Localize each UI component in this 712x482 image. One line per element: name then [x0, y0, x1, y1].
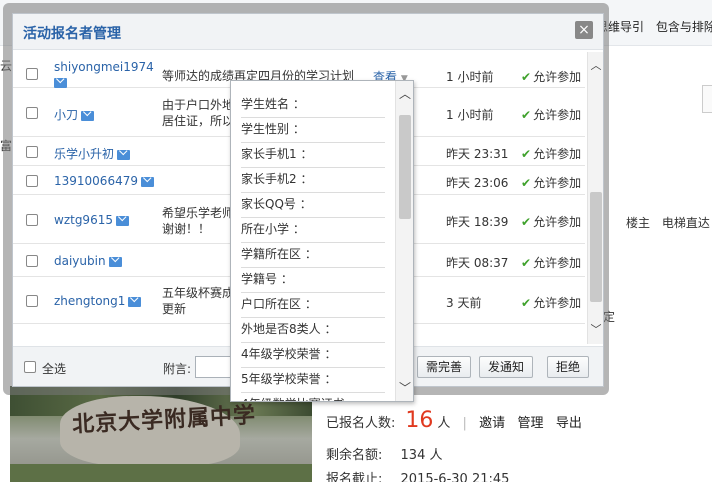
detail-grade4-honors: 4年级学校荣誉 ： [241, 343, 385, 368]
remaining-label: 剩余名额: [326, 448, 383, 463]
detail-nonlocal-category: 外地是否8类人 ： [241, 318, 385, 343]
dialog-title: 活动报名者管理 [23, 26, 121, 42]
row-checkbox[interactable] [26, 175, 38, 187]
mail-icon[interactable] [54, 78, 67, 88]
check-icon: ✔ [521, 70, 532, 84]
user-name-link[interactable]: shiyongmei1974 [54, 60, 154, 74]
row-time: 3 天前 [446, 296, 482, 310]
chevron-down-icon[interactable]: ﹀ [396, 379, 413, 397]
row-time: 昨天 08:37 [446, 256, 509, 270]
registered-count: 16 [405, 408, 434, 433]
detail-enrollment-district: 学籍所在区 ： [241, 243, 385, 268]
row-time: 昨天 18:39 [446, 215, 509, 229]
detail-student-id: 学籍号 ： [241, 268, 385, 293]
dialog-header: 活动报名者管理 × [13, 14, 603, 50]
check-icon: ✔ [521, 256, 532, 270]
user-name-link[interactable]: 乐学小升初 [54, 147, 114, 161]
row-checkbox[interactable] [26, 295, 38, 307]
list-scrollbar[interactable]: ︿ ﹀ [587, 52, 603, 344]
chevron-up-icon[interactable]: ︿ [396, 85, 413, 103]
detail-hukou-district: 户口所在区 ： [241, 293, 385, 318]
remaining-row: 剩余名额: 134 人 [326, 444, 442, 463]
popup-scrollbar[interactable]: ︿ ﹀ [395, 81, 413, 401]
check-icon: ✔ [521, 215, 532, 229]
deadline-value: 2015-6-30 21:45 [400, 472, 510, 482]
row-note: 希望乐学老师 谢谢！！ [162, 206, 235, 236]
registered-label: 已报名人数: [326, 416, 396, 431]
popup-scrollbar-thumb[interactable] [399, 115, 411, 219]
detail-parent-phone-2: 家长手机2 ： [241, 168, 385, 193]
chevron-up-icon[interactable]: ︿ [588, 58, 604, 74]
user-name-link[interactable]: 13910066479 [54, 174, 138, 188]
export-link[interactable]: 导出 [556, 416, 582, 431]
remaining-value: 134 人 [400, 448, 443, 463]
user-name-link[interactable]: zhengtong1 [54, 294, 125, 308]
select-all-checkbox[interactable] [24, 361, 36, 373]
row-note: 五年级杯赛成 更新 [162, 286, 235, 316]
row-checkbox[interactable] [26, 214, 38, 226]
detail-parent-qq: 家长QQ号 ： [241, 193, 385, 218]
manage-link[interactable]: 管理 [518, 416, 544, 431]
row-checkbox[interactable] [26, 146, 38, 158]
louzhu-link[interactable]: 楼主 [626, 216, 650, 230]
mail-icon[interactable] [81, 110, 95, 121]
check-icon: ✔ [521, 176, 532, 190]
mail-icon[interactable] [117, 149, 131, 160]
note-label: 附言: [163, 362, 192, 376]
mail-icon[interactable] [140, 176, 154, 187]
photo-grass [10, 464, 312, 482]
status-badge: ✔ 允许参加 [521, 147, 582, 161]
user-name-link[interactable]: daiyubin [54, 254, 106, 268]
row-checkbox[interactable] [26, 68, 38, 80]
detail-primary-school: 所在小学 ： [241, 218, 385, 243]
note-input[interactable] [195, 356, 235, 378]
detail-student-gender: 学生性别 ： [241, 118, 385, 143]
top-link-inclusion-exclusion[interactable]: 包含与排除 [656, 20, 712, 34]
detail-parent-phone-1: 家长手机1 ： [241, 143, 385, 168]
page-side-control[interactable] [702, 85, 712, 113]
row-time: 1 小时前 [446, 108, 494, 122]
row-checkbox[interactable] [26, 255, 38, 267]
deadline-label: 报名截止: [326, 472, 383, 482]
status-badge: ✔ 允许参加 [521, 176, 582, 190]
chevron-down-icon[interactable]: ﹀ [588, 322, 604, 338]
scrollbar-thumb[interactable] [590, 192, 602, 302]
check-icon: ✔ [521, 108, 532, 122]
elevator-link[interactable]: 电梯直达 [662, 216, 710, 230]
select-all-label[interactable]: 全选 [42, 360, 66, 377]
status-badge: ✔ 允许参加 [521, 296, 582, 310]
detail-grade5-honors: 5年级学校荣誉 ： [241, 368, 385, 393]
reject-button[interactable]: 拒绝 [547, 356, 590, 378]
deadline-row: 报名截止: 2015-6-30 21:45 [326, 468, 509, 482]
check-icon: ✔ [521, 147, 532, 161]
status-badge: ✔ 允许参加 [521, 215, 582, 229]
detail-grade4-math-cert: 4年级数学比赛证书 [241, 393, 385, 401]
registered-row: 已报名人数: 16 人 | 邀请 管理 导出 [326, 408, 582, 433]
top-links: 思维导引 包含与排除 [596, 18, 712, 35]
invite-link[interactable]: 邀请 [479, 416, 505, 431]
registered-unit: 人 [437, 416, 451, 431]
need-complete-button[interactable]: 需完善 [417, 356, 472, 378]
post-links: 楼主 电梯直达 [626, 214, 712, 231]
close-icon[interactable]: × [575, 21, 593, 39]
mail-icon[interactable] [108, 256, 122, 267]
row-time: 昨天 23:06 [446, 176, 509, 190]
row-note: 由于户口外地 居住证，所以 [162, 98, 235, 128]
status-badge: ✔ 允许参加 [521, 70, 582, 84]
user-name-link[interactable]: 小刀 [54, 108, 78, 122]
status-badge: ✔ 允许参加 [521, 256, 582, 270]
user-name-link[interactable]: wztg9615 [54, 213, 113, 227]
registrant-details-popup: 学生姓名 ： 学生性别 ： 家长手机1 ： 家长手机2 ： 家长QQ号 ： 所在… [230, 80, 414, 402]
row-time: 1 小时前 [446, 70, 494, 84]
send-notice-button[interactable]: 发通知 [479, 356, 534, 378]
row-checkbox[interactable] [26, 107, 38, 119]
mail-icon[interactable] [128, 296, 142, 307]
check-icon: ✔ [521, 296, 532, 310]
mail-icon[interactable] [115, 215, 129, 226]
row-time: 昨天 23:31 [446, 147, 509, 161]
detail-student-name: 学生姓名 ： [241, 93, 385, 118]
status-badge: ✔ 允许参加 [521, 108, 582, 122]
